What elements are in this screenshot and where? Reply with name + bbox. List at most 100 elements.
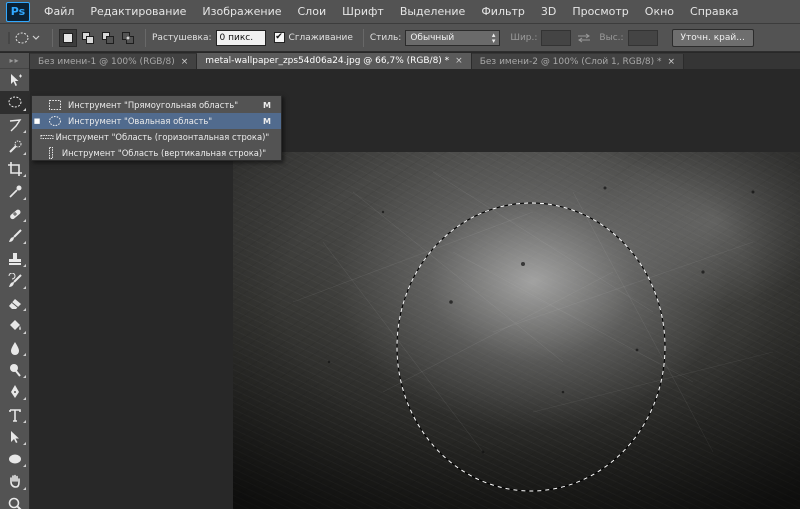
move-icon — [11, 74, 22, 87]
elliptical-marquee-icon-wrap — [42, 115, 68, 127]
tab-untitled-1[interactable]: Без имени-1 @ 100% (RGB/8) × — [30, 54, 198, 69]
zoom-icon — [8, 497, 22, 509]
height-input[interactable] — [627, 29, 658, 46]
paint-bucket-tool[interactable] — [0, 314, 30, 336]
clone-stamp-tool[interactable] — [0, 247, 30, 269]
eraser-tool[interactable] — [0, 292, 30, 314]
shape-tool[interactable] — [0, 448, 30, 470]
single-column-marquee-icon-wrap — [40, 147, 62, 159]
selection-bullet: ■ — [33, 117, 41, 125]
width-input[interactable] — [541, 29, 572, 46]
flyout-indicator — [23, 129, 26, 133]
flyout-item-rectangular-marquee[interactable]: Инструмент "Прямоугольная область" M — [32, 97, 281, 113]
new-selection-icon — [63, 32, 73, 43]
marquee-tool[interactable] — [0, 91, 30, 114]
lasso-icon — [9, 118, 22, 132]
flyout-indicator — [23, 375, 26, 379]
tool-preset-picker[interactable] — [0, 27, 46, 49]
panel-grip[interactable]: ▸▸ — [0, 53, 29, 69]
refine-edge-button[interactable]: Уточн. край... — [671, 28, 754, 47]
antialias-checkbox[interactable]: ✔ — [273, 32, 285, 43]
flyout-indicator — [23, 196, 26, 200]
menu-layer[interactable]: Слои — [290, 0, 335, 24]
style-select[interactable]: Обычный ▴ ▾ — [405, 29, 501, 46]
flyout-item-label: Инструмент "Область (горизонтальная стро… — [55, 132, 270, 142]
healing-brush-icon — [10, 209, 21, 220]
flyout-item-label: Инструмент "Прямоугольная область" — [68, 100, 239, 110]
intersect-selection-button[interactable] — [119, 29, 137, 47]
crop-icon — [8, 162, 22, 177]
flyout-indicator — [23, 285, 26, 289]
menu-select[interactable]: Выделение — [392, 0, 474, 24]
hand-tool[interactable] — [0, 470, 30, 492]
eyedropper-icon — [9, 185, 22, 198]
flyout-indicator — [23, 152, 26, 156]
close-icon[interactable]: × — [668, 57, 676, 67]
flyout-indicator — [23, 263, 26, 267]
style-select-value: Обычный — [410, 32, 455, 43]
menu-window[interactable]: Окно — [637, 0, 682, 24]
quick-selection-tool[interactable] — [0, 136, 30, 158]
lasso-tool[interactable] — [0, 114, 30, 136]
separator — [362, 28, 364, 47]
flyout-indicator — [23, 330, 26, 334]
quick-selection-icon — [9, 140, 22, 153]
dodge-tool[interactable] — [0, 359, 30, 381]
flyout-indicator — [23, 107, 26, 111]
flyout-item-single-row-marquee[interactable]: Инструмент "Область (горизонтальная стро… — [32, 129, 281, 145]
add-to-selection-button[interactable] — [79, 29, 97, 47]
history-brush-tool[interactable] — [0, 270, 30, 292]
type-tool[interactable] — [0, 403, 30, 425]
height-label: Выс.: — [599, 32, 624, 43]
shortcut-key: M — [263, 100, 271, 110]
close-icon[interactable]: × — [181, 57, 189, 67]
menu-bar: Ps Файл Редактирование Изображение Слои … — [0, 0, 800, 24]
flyout-item-elliptical-marquee[interactable]: ■ Инструмент "Овальная область" M — [32, 113, 281, 129]
feather-label: Растушевка: — [152, 32, 212, 43]
path-selection-tool[interactable] — [0, 426, 30, 448]
antialias-label: Сглаживание — [288, 32, 353, 43]
hand-icon — [10, 475, 20, 489]
tools-panel: ▸▸ — [0, 53, 30, 509]
flyout-item-single-column-marquee[interactable]: Инструмент "Область (вертикальная строка… — [32, 145, 281, 161]
tab-label: Без имени-2 @ 100% (Слой 1, RGB/8) * — [479, 56, 662, 67]
eyedropper-tool[interactable] — [0, 180, 30, 202]
updown-arrows-icon: ▴ ▾ — [491, 30, 496, 45]
menu-filter[interactable]: Фильтр — [473, 0, 533, 24]
new-selection-button[interactable] — [59, 28, 77, 47]
blur-tool[interactable] — [0, 337, 30, 359]
menu-image[interactable]: Изображение — [194, 0, 289, 24]
menu-type[interactable]: Шрифт — [334, 0, 392, 24]
menu-view[interactable]: Просмотр — [564, 0, 636, 24]
clone-stamp-icon — [9, 252, 21, 265]
flyout-item-label: Инструмент "Область (вертикальная строка… — [61, 148, 267, 158]
flyout-indicator — [23, 486, 26, 490]
pen-tool[interactable] — [0, 381, 30, 403]
brush-tool[interactable] — [0, 225, 30, 247]
rect-marquee-icon — [49, 100, 61, 110]
swap-dimensions-icon[interactable] — [577, 33, 591, 43]
dodge-icon — [10, 364, 21, 377]
subtract-from-selection-button[interactable] — [99, 29, 117, 47]
single-row-marquee-icon-wrap — [39, 131, 56, 143]
menu-help[interactable]: Справка — [682, 0, 746, 24]
close-icon[interactable]: × — [455, 56, 463, 66]
feather-input[interactable]: 0 пикс. — [215, 29, 266, 46]
move-tool[interactable] — [0, 69, 30, 91]
flyout-indicator — [23, 308, 26, 312]
tab-untitled-2[interactable]: Без имени-2 @ 100% (Слой 1, RGB/8) * × — [471, 54, 685, 69]
healing-brush-tool[interactable] — [0, 203, 30, 225]
flyout-indicator — [23, 219, 26, 223]
menu-file[interactable]: Файл — [36, 0, 82, 24]
path-selection-icon — [11, 430, 19, 443]
menu-edit[interactable]: Редактирование — [82, 0, 194, 24]
document-canvas[interactable] — [233, 152, 800, 509]
type-icon — [9, 408, 21, 422]
menu-3d[interactable]: 3D — [533, 0, 564, 24]
photoshop-logo: Ps — [6, 1, 30, 22]
tab-metal-wallpaper[interactable]: metal-wallpaper_zps54d06a24.jpg @ 66,7% … — [197, 53, 472, 69]
crop-tool[interactable] — [0, 158, 30, 180]
flyout-indicator — [23, 419, 26, 423]
zoom-tool[interactable] — [0, 493, 30, 509]
flyout-indicator — [23, 352, 26, 356]
